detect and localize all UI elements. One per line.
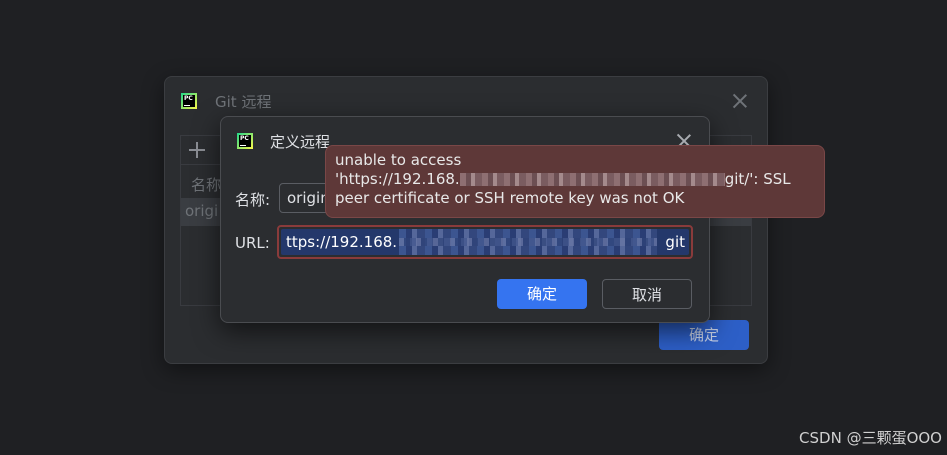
error-line-3: peer certificate or SSH remote key was n… (335, 189, 685, 207)
watermark: CSDN @三颗蛋OOO (799, 429, 942, 447)
redacted-mosaic (459, 173, 725, 186)
close-icon[interactable] (733, 94, 747, 108)
url-label: URL: (235, 234, 270, 252)
error-line-1: unable to access (335, 151, 462, 169)
pycharm-logo-icon: PC (181, 93, 197, 109)
error-line-2: 'https://192.168. git/': SSL (335, 170, 815, 189)
error-tooltip: unable to access 'https://192.168. git/':… (325, 145, 825, 218)
define-remote-ok-button[interactable]: 确定 (497, 279, 587, 309)
pycharm-logo-icon: PC (237, 133, 253, 149)
error-line-2-prefix: 'https://192.168. (335, 170, 460, 188)
error-line-2-suffix: git/': SSL (724, 170, 791, 188)
define-remote-title: 定义远程 (270, 133, 331, 151)
remote-row-name: origi (185, 202, 219, 220)
name-label: 名称: (235, 191, 271, 209)
define-remote-cancel-button[interactable]: 取消 (602, 279, 692, 309)
plus-icon[interactable] (187, 140, 207, 160)
redacted-mosaic (399, 229, 657, 255)
url-text-prefix: ttps://192.168. (286, 233, 398, 251)
url-selected-text: ttps://192.168. git (281, 229, 689, 255)
url-text-suffix: git (665, 233, 685, 251)
git-remotes-title: Git 远程 (215, 93, 272, 111)
name-column-header: 名称 (191, 176, 222, 194)
git-remotes-ok-button[interactable]: 确定 (659, 320, 749, 350)
remote-url-input[interactable]: ttps://192.168. git (277, 225, 693, 259)
